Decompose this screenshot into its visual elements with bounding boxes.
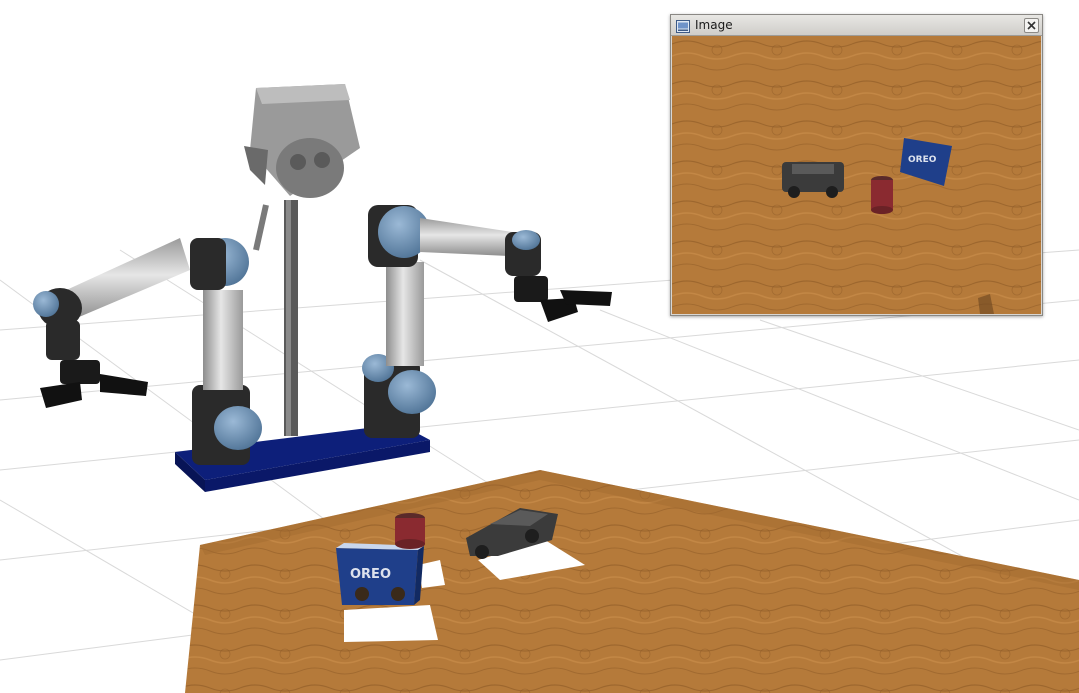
close-icon (1027, 21, 1036, 30)
wooden-table (185, 470, 1079, 693)
camera-red-jar (871, 176, 893, 214)
image-window[interactable]: Image OREO (670, 14, 1043, 316)
right-robot-arm (362, 205, 612, 438)
camera-image: OREO (672, 36, 1041, 314)
svg-text:OREO: OREO (908, 155, 937, 165)
left-robot-arm (33, 238, 262, 465)
red-jar (395, 513, 425, 549)
window-title: Image (695, 18, 733, 32)
image-window-icon (676, 18, 690, 33)
image-window-titlebar[interactable]: Image (671, 15, 1042, 36)
svg-text:OREO: OREO (350, 567, 391, 582)
robot-head (244, 84, 360, 436)
oreo-box: OREO (336, 543, 424, 605)
close-button[interactable] (1024, 18, 1039, 33)
